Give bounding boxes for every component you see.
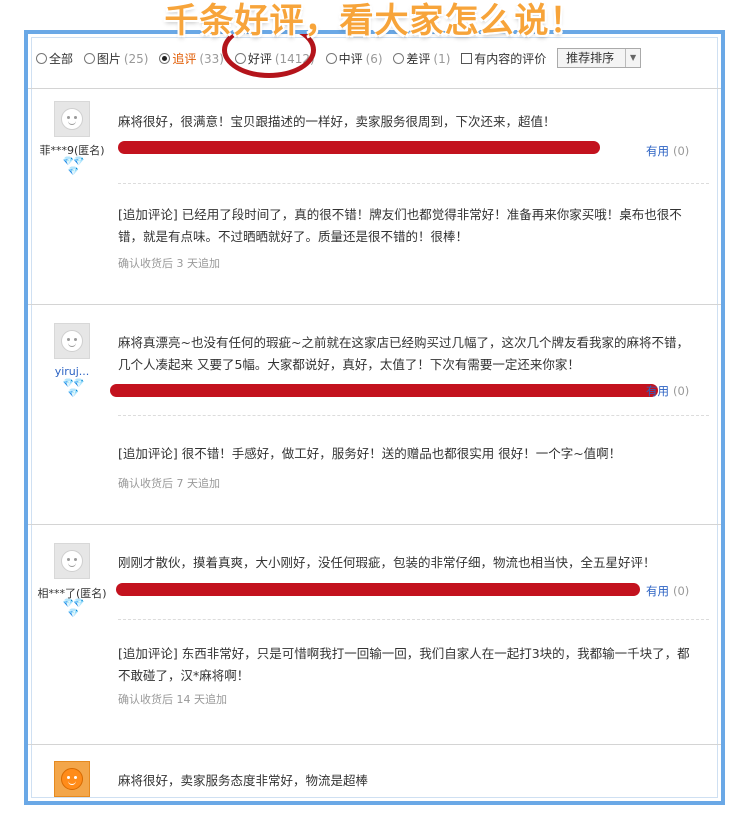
review-text: 麻将真漂亮~也没有任何的瑕疵~之前就在这家店已经购买过几幅了，这次几个牌友看我家…: [118, 335, 689, 372]
redaction-mark: [110, 384, 658, 397]
radio-icon: [36, 52, 47, 64]
followup-text: [追加评论] 已经用了段时间了，真的很不错！牌友们也都觉得非常好！准备再来你家买…: [118, 207, 682, 244]
review-item: 麻将很好，卖家服务态度非常好，物流是超棒: [28, 744, 721, 801]
reviewer-level-gems: 💎💎💎: [62, 157, 84, 177]
redaction-mark: [116, 583, 640, 596]
filter-negative[interactable]: 差评 (1): [393, 50, 450, 67]
filter-images[interactable]: 图片 (25): [83, 50, 149, 67]
review-text: 麻将很好，卖家服务态度非常好，物流是超棒: [118, 773, 369, 788]
avatar-face-icon: [61, 768, 83, 790]
review-text: 麻将很好，很满意！宝贝跟描述的一样好，卖家服务很周到，下次还来，超值！: [118, 114, 556, 129]
avatar: [54, 323, 90, 359]
avatar: [54, 101, 90, 137]
review-item: 菲***9(匿名) 💎💎💎 麻将很好，很满意！宝贝跟描述的一样好，卖家服务很周到…: [28, 88, 721, 305]
promo-banner: 千条好评，看大家怎么说！: [164, 1, 585, 41]
review-item: yiruj... 💎💎💎 麻将真漂亮~也没有任何的瑕疵~之前就在这家店已经购买过…: [28, 304, 721, 525]
followup-text: [追加评论] 很不错！手感好，做工好，服务好！送的赠品也都很实用 很好！一个字~…: [118, 446, 622, 461]
reviewer-level-gems: 💎💎💎: [62, 379, 84, 399]
content-only-checkbox[interactable]: 有内容的评价: [461, 50, 546, 67]
useful-button[interactable]: 有用 (0): [646, 583, 689, 599]
reviewer-name: 菲***9(匿名): [39, 144, 105, 157]
redaction-mark: [118, 141, 600, 154]
useful-button[interactable]: 有用 (0): [646, 143, 689, 159]
review-text: 刚刚才散伙，摸着真爽，大小刚好，没任何瑕疵，包装的非常仔细，物流也相当快，全五星…: [118, 555, 656, 570]
review-filter-bar: 全部 图片 (25) 追评 (33) 好评 (1412) 中评 (6) 差评 (1) 有内…: [36, 48, 721, 70]
filter-followup[interactable]: 追评 (33): [159, 50, 224, 67]
reviewer-name[interactable]: yiruj...: [28, 365, 116, 378]
filter-neutral[interactable]: 中评 (6): [325, 50, 383, 67]
divider: [118, 415, 709, 416]
divider: [118, 619, 709, 620]
chevron-down-icon: ▼: [625, 49, 640, 67]
filter-all[interactable]: 全部: [36, 50, 73, 67]
divider: [118, 183, 709, 184]
reviewer-level-gems: 💎💎💎: [62, 599, 84, 619]
followup-meta: 确认收货后 14 天追加: [118, 693, 227, 706]
avatar: [54, 761, 90, 797]
useful-button[interactable]: 有用 (0): [646, 383, 689, 399]
review-item: 相***了(匿名) 💎💎💎 刚刚才散伙，摸着真爽，大小刚好，没任何瑕疵，包装的非…: [28, 524, 721, 745]
avatar-face-icon: [61, 550, 83, 572]
followup-meta: 确认收货后 3 天追加: [118, 257, 220, 270]
sort-dropdown[interactable]: 推荐排序 ▼: [557, 48, 642, 68]
followup-meta: 确认收货后 7 天追加: [118, 477, 220, 490]
avatar-face-icon: [61, 330, 83, 352]
radio-selected-icon: [159, 52, 171, 64]
avatar-face-icon: [61, 108, 83, 130]
radio-icon: [325, 52, 337, 64]
checkbox-icon: [461, 52, 473, 64]
followup-text: [追加评论] 东西非常好，只是可惜啊我打一回输一回，我们自家人在一起打3块的，我…: [118, 646, 690, 683]
review-panel: 全部 图片 (25) 追评 (33) 好评 (1412) 中评 (6) 差评 (1) 有内…: [24, 30, 725, 805]
radio-icon: [83, 52, 95, 64]
radio-icon: [393, 52, 405, 64]
avatar: [54, 543, 90, 579]
